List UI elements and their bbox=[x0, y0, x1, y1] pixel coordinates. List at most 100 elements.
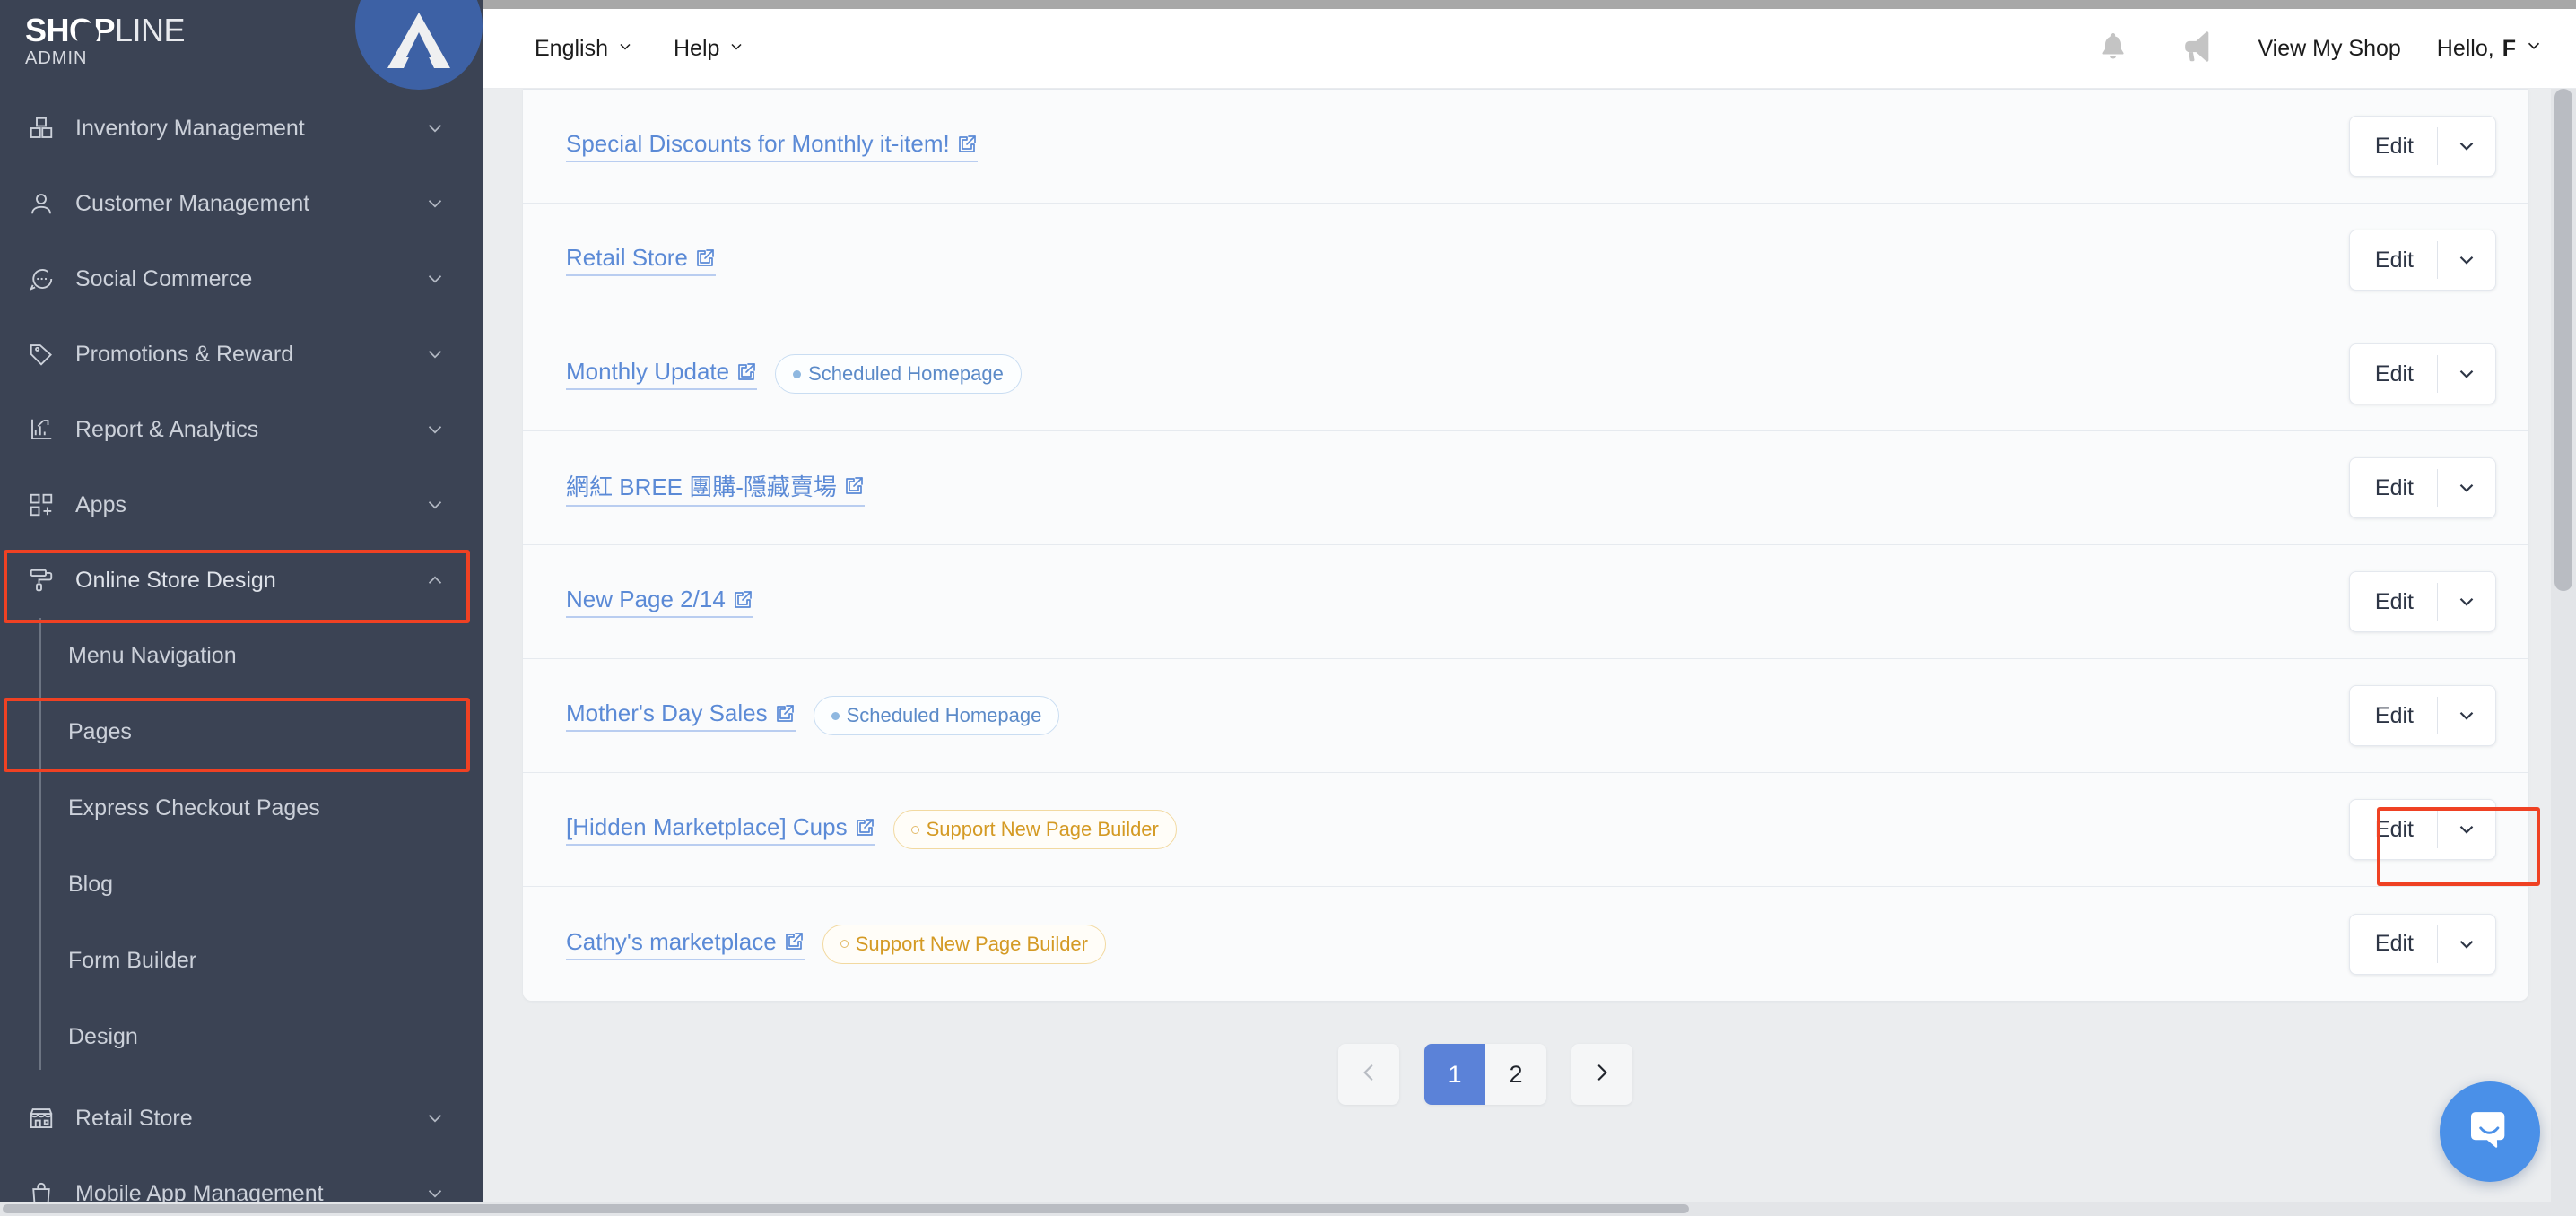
sidebar-item-label: Online Store Design bbox=[75, 567, 276, 593]
sidebar-item-design[interactable]: Design bbox=[0, 999, 483, 1075]
edit-split-button[interactable]: Edit bbox=[2348, 685, 2496, 746]
edit-split-button[interactable]: Edit bbox=[2348, 799, 2496, 860]
logo-shop-text: SHOP bbox=[25, 12, 116, 48]
edit-split-button[interactable]: Edit bbox=[2348, 116, 2496, 177]
chevron-down-icon[interactable] bbox=[414, 267, 456, 291]
chevron-down-icon[interactable] bbox=[2438, 800, 2495, 859]
logo-line-text: LINE bbox=[115, 12, 186, 48]
page-title-link[interactable]: 網紅 BREE 團購-隱藏賣場 bbox=[566, 469, 865, 507]
sidebar-item-retail-store[interactable]: Retail Store bbox=[0, 1081, 483, 1156]
edit-button-label[interactable]: Edit bbox=[2350, 230, 2437, 290]
announcements-button[interactable] bbox=[2173, 24, 2222, 73]
view-my-shop-link[interactable]: View My Shop bbox=[2258, 36, 2400, 62]
help-menu[interactable]: Help bbox=[674, 36, 745, 62]
table-row: [Hidden Marketplace] Cups Support New Pag… bbox=[523, 773, 2528, 887]
sidebar-item-promotions-reward[interactable]: Promotions & Reward bbox=[0, 317, 483, 392]
header-right-group: View My Shop Hello, F bbox=[2089, 24, 2576, 73]
page-title-link[interactable]: Monthly Update bbox=[566, 358, 758, 390]
pagination-prev-button[interactable] bbox=[1338, 1044, 1399, 1105]
row-title-group: [Hidden Marketplace] Cups Support New Pag… bbox=[566, 810, 2349, 849]
sidebar-logo[interactable]: SHOPLINE ADMIN bbox=[0, 0, 483, 90]
chevron-down-icon[interactable] bbox=[414, 418, 456, 441]
edit-split-button[interactable]: Edit bbox=[2348, 457, 2496, 518]
table-row: Monthly Update Scheduled Homepage Edit bbox=[523, 317, 2528, 431]
chevron-down-icon[interactable] bbox=[414, 1107, 456, 1130]
chevron-down-icon[interactable] bbox=[2438, 344, 2495, 404]
row-title-group: Special Discounts for Monthly it-item! bbox=[566, 130, 2349, 162]
edit-button-label[interactable]: Edit bbox=[2350, 458, 2437, 517]
page-title-link[interactable]: Mother's Day Sales bbox=[566, 699, 796, 732]
sidebar-item-express-checkout-pages[interactable]: Express Checkout Pages bbox=[0, 770, 483, 847]
notifications-button[interactable] bbox=[2089, 24, 2137, 73]
horizontal-scrollbar-thumb[interactable] bbox=[3, 1204, 1689, 1213]
table-row: Cathy's marketplace Support New Page Buil… bbox=[523, 887, 2528, 1001]
sidebar-nav: Inventory Management Customer Management bbox=[0, 85, 483, 1216]
chevron-down-icon[interactable] bbox=[414, 117, 456, 140]
chevron-down-icon[interactable] bbox=[2438, 117, 2495, 176]
chevron-down-icon[interactable] bbox=[2438, 572, 2495, 631]
chart-icon bbox=[23, 412, 59, 447]
edit-button-label[interactable]: Edit bbox=[2350, 800, 2437, 859]
sidebar-item-form-builder[interactable]: Form Builder bbox=[0, 923, 483, 999]
page-title-link[interactable]: Cathy's marketplace bbox=[566, 928, 805, 960]
page-title-link[interactable]: New Page 2/14 bbox=[566, 586, 753, 618]
sidebar-item-inventory-management[interactable]: Inventory Management bbox=[0, 91, 483, 166]
page-title-link[interactable]: [Hidden Marketplace] Cups bbox=[566, 813, 875, 846]
sidebar-item-blog[interactable]: Blog bbox=[0, 847, 483, 923]
chevron-down-icon bbox=[616, 36, 634, 62]
edit-split-button[interactable]: Edit bbox=[2348, 230, 2496, 291]
edit-button-label[interactable]: Edit bbox=[2350, 686, 2437, 745]
user-menu[interactable]: Hello, F bbox=[2437, 36, 2544, 62]
chevron-down-icon[interactable] bbox=[2438, 915, 2495, 974]
chevron-down-icon[interactable] bbox=[414, 343, 456, 366]
badge-label: Scheduled Homepage bbox=[808, 362, 1004, 385]
page-title-link[interactable]: Retail Store bbox=[566, 244, 716, 276]
edit-button-label[interactable]: Edit bbox=[2350, 344, 2437, 404]
row-title-group: Monthly Update Scheduled Homepage bbox=[566, 354, 2349, 394]
sidebar-item-report-analytics[interactable]: Report & Analytics bbox=[0, 392, 483, 467]
chevron-down-icon[interactable] bbox=[414, 493, 456, 517]
page-title-link[interactable]: Special Discounts for Monthly it-item! bbox=[566, 130, 978, 162]
sidebar-item-menu-navigation[interactable]: Menu Navigation bbox=[0, 618, 483, 694]
sidebar-item-social-commerce[interactable]: Social Commerce bbox=[0, 241, 483, 317]
badge-dot-icon bbox=[831, 711, 840, 720]
edit-split-button[interactable]: Edit bbox=[2348, 913, 2496, 975]
chevron-down-icon[interactable] bbox=[2438, 686, 2495, 745]
user-icon bbox=[23, 186, 59, 221]
status-badge: Scheduled Homepage bbox=[775, 354, 1022, 394]
chat-bubble-icon bbox=[2465, 1105, 2515, 1160]
shopline-mark-icon bbox=[355, 0, 483, 90]
sidebar-item-label: Inventory Management bbox=[75, 115, 305, 141]
pagination-page-2[interactable]: 2 bbox=[1485, 1044, 1546, 1105]
pages-list-card: Special Discounts for Monthly it-item! Ed… bbox=[523, 89, 2528, 1001]
chevron-down-icon[interactable] bbox=[414, 192, 456, 215]
vertical-scrollbar[interactable] bbox=[2551, 89, 2576, 1216]
row-title-group: Retail Store bbox=[566, 244, 2349, 276]
page-title-text: [Hidden Marketplace] Cups bbox=[566, 813, 848, 840]
chevron-right-icon bbox=[1590, 1061, 1614, 1089]
edit-button-label[interactable]: Edit bbox=[2350, 117, 2437, 176]
pagination-page-1[interactable]: 1 bbox=[1424, 1044, 1485, 1105]
chat-icon bbox=[23, 261, 59, 297]
header-left-group: English Help bbox=[483, 36, 745, 62]
edit-button-label[interactable]: Edit bbox=[2350, 572, 2437, 631]
horizontal-scrollbar[interactable] bbox=[0, 1202, 2576, 1216]
pagination-next-button[interactable] bbox=[1571, 1044, 1632, 1105]
sidebar-item-label: Promotions & Reward bbox=[75, 341, 294, 367]
sidebar-item-customer-management[interactable]: Customer Management bbox=[0, 166, 483, 241]
chat-launcher-button[interactable] bbox=[2440, 1081, 2540, 1182]
edit-split-button[interactable]: Edit bbox=[2348, 571, 2496, 632]
sidebar-item-label: Retail Store bbox=[75, 1105, 193, 1131]
edit-button-label[interactable]: Edit bbox=[2350, 915, 2437, 974]
sidebar-item-pages[interactable]: Pages bbox=[0, 694, 483, 770]
chevron-up-icon[interactable] bbox=[414, 569, 456, 592]
sidebar-item-apps[interactable]: Apps bbox=[0, 467, 483, 543]
sidebar-subitem-label: Form Builder bbox=[68, 948, 197, 973]
sidebar-item-online-store-design[interactable]: Online Store Design bbox=[0, 543, 483, 618]
vertical-scrollbar-thumb[interactable] bbox=[2554, 89, 2572, 591]
chevron-down-icon[interactable] bbox=[2438, 230, 2495, 290]
edit-split-button[interactable]: Edit bbox=[2348, 343, 2496, 404]
chevron-down-icon bbox=[727, 36, 745, 62]
language-selector[interactable]: English bbox=[535, 36, 634, 62]
chevron-down-icon[interactable] bbox=[2438, 458, 2495, 517]
